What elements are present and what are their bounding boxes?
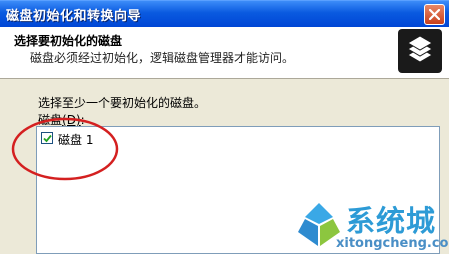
wizard-header: 选择要初始化的磁盘 磁盘必须经过初始化，逻辑磁盘管理器才能访问。 xyxy=(0,27,449,79)
instruction-text: 选择至少一个要初始化的磁盘。 xyxy=(38,96,207,110)
window-title: 磁盘初始化和转换向导 xyxy=(6,9,142,24)
title-bar[interactable]: 磁盘初始化和转换向导 xyxy=(0,0,449,27)
watermark-name: 系统城 xyxy=(346,204,437,238)
disk-label: 磁盘 1 xyxy=(58,133,94,147)
header-title: 选择要初始化的磁盘 xyxy=(14,34,123,48)
disk-checkbox[interactable] xyxy=(41,132,53,144)
close-button[interactable] xyxy=(424,4,445,25)
close-icon xyxy=(429,9,440,20)
disks-label-accelerator: (D) xyxy=(62,113,81,127)
header-subtitle: 磁盘必须经过初始化，逻辑磁盘管理器才能访问。 xyxy=(30,51,295,65)
stacked-disks-icon xyxy=(398,29,442,73)
disks-label-text: 磁盘 xyxy=(38,113,63,127)
watermark: 系统城 xitongcheng.com xyxy=(296,198,449,254)
disks-label-colon: : xyxy=(80,113,85,127)
watermark-url: xitongcheng.com xyxy=(336,236,449,251)
checkmark-icon xyxy=(43,134,52,143)
